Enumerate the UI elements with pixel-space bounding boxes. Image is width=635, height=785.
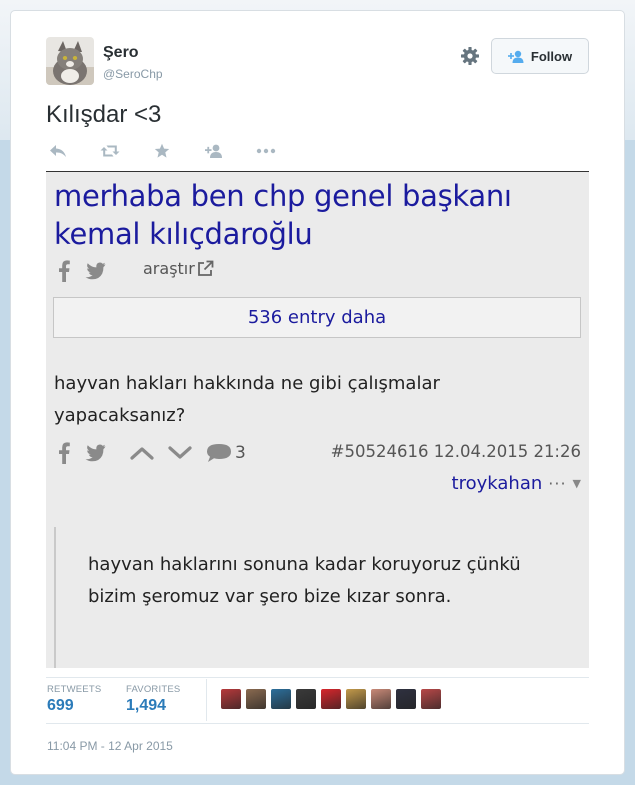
- external-link-icon: [197, 260, 214, 276]
- favoriter-avatar[interactable]: [421, 689, 441, 709]
- retweet-icon[interactable]: [99, 142, 121, 160]
- favoriter-avatars: [221, 689, 441, 709]
- tweet-actions: [47, 141, 277, 161]
- gear-icon[interactable]: [459, 45, 481, 67]
- tweet-text: Kılışdar <3: [46, 101, 162, 128]
- search-link[interactable]: araştır: [143, 259, 214, 278]
- more-dots-icon[interactable]: [255, 142, 277, 160]
- quote-block: hayvan haklarını sonuna kadar koruyoruz …: [54, 527, 582, 668]
- entry-meta[interactable]: #50524616 12.04.2015 21:26: [331, 442, 581, 461]
- favoriter-avatar[interactable]: [346, 689, 366, 709]
- retweets-label: RETWEETS: [47, 684, 102, 695]
- search-link-label: araştır: [143, 259, 195, 278]
- upvote-chevron-icon[interactable]: [130, 446, 154, 460]
- more-entries-button[interactable]: 536 entry daha: [53, 297, 581, 338]
- stats-separator: [206, 679, 207, 721]
- comment-count: 3: [235, 443, 246, 463]
- comments-button[interactable]: 3: [206, 443, 246, 463]
- stats-divider-top: [46, 677, 589, 678]
- avatar[interactable]: [46, 37, 94, 85]
- chevron-down-icon[interactable]: ▼: [573, 477, 581, 490]
- quote-text: hayvan haklarını sonuna kadar koruyoruz …: [88, 554, 521, 607]
- favoriter-avatar[interactable]: [371, 689, 391, 709]
- topic-title[interactable]: merhaba ben chp genel başkanı kemal kılı…: [54, 177, 574, 253]
- favoriter-avatar[interactable]: [321, 689, 341, 709]
- favoriter-avatar[interactable]: [396, 689, 416, 709]
- follow-button[interactable]: Follow: [491, 38, 589, 74]
- retweets-count[interactable]: 699: [47, 697, 74, 715]
- favorite-star-icon[interactable]: [151, 142, 173, 160]
- favorites-label: FAVORITES: [126, 684, 181, 695]
- topic-share-bar: [58, 260, 106, 282]
- tweet-timestamp[interactable]: 11:04 PM - 12 Apr 2015: [47, 739, 173, 753]
- tweet-card: Şero @SeroChp Follow Kılışdar <3 merhaba…: [10, 10, 625, 775]
- entry-action-bar: 3: [58, 442, 246, 464]
- comment-bubble-icon: [207, 444, 231, 462]
- twitter-bird-icon[interactable]: [84, 444, 106, 462]
- facebook-icon[interactable]: [58, 442, 70, 464]
- entry-author-name[interactable]: troykahan: [452, 473, 543, 494]
- favoriter-avatar[interactable]: [246, 689, 266, 709]
- author-name[interactable]: Şero: [103, 44, 139, 62]
- follow-user-icon[interactable]: [203, 142, 225, 160]
- favoriter-avatar[interactable]: [221, 689, 241, 709]
- follow-button-label: Follow: [530, 48, 573, 64]
- author-handle[interactable]: @SeroChp: [103, 67, 163, 81]
- entry-author[interactable]: troykahan ··· ▼: [452, 473, 581, 494]
- facebook-icon[interactable]: [58, 260, 70, 282]
- downvote-chevron-icon[interactable]: [168, 446, 192, 460]
- entry-author-menu[interactable]: ···: [548, 474, 566, 493]
- twitter-bird-icon[interactable]: [84, 262, 106, 280]
- favoriter-avatar[interactable]: [271, 689, 291, 709]
- reply-icon[interactable]: [47, 142, 69, 160]
- favoriter-avatar[interactable]: [296, 689, 316, 709]
- embedded-screenshot: merhaba ben chp genel başkanı kemal kılı…: [46, 171, 589, 668]
- stats-divider-bottom: [46, 723, 589, 724]
- entry-text: hayvan hakları hakkında ne gibi çalışmal…: [54, 373, 440, 426]
- follow-user-icon: [507, 50, 524, 63]
- favorites-count[interactable]: 1,494: [126, 697, 166, 715]
